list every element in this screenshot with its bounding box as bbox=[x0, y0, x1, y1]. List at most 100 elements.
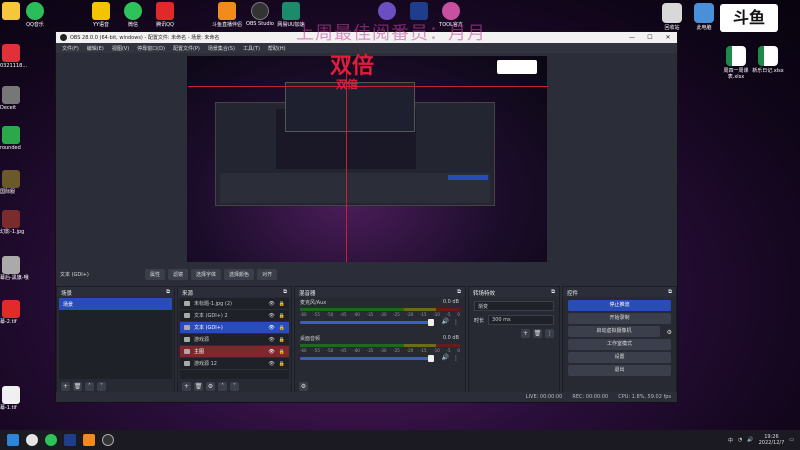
visibility-eye-icon[interactable]: 👁 bbox=[268, 301, 274, 307]
source-item[interactable]: 游戏源 12 👁 🔒 bbox=[180, 358, 289, 370]
desktop-icon-excel-2[interactable]: 新乐日记.xlsx bbox=[748, 46, 788, 74]
desktop-icon-wechat[interactable]: 微信 bbox=[118, 2, 148, 28]
desktop-icon-game3[interactable]: 幕后-黑旗-哦 bbox=[0, 256, 55, 281]
lock-icon[interactable]: 🔒 bbox=[279, 301, 285, 307]
select-font-button[interactable]: 选择字体 bbox=[191, 268, 222, 280]
menu-tools[interactable]: 工具(T) bbox=[243, 45, 260, 52]
menu-scene-collection[interactable]: 场景集合(S) bbox=[208, 45, 235, 52]
desktop-icon-image1[interactable]: 幻影-1.jpg bbox=[0, 210, 55, 235]
move-down-icon[interactable]: ˅ bbox=[97, 381, 106, 391]
exit-button[interactable]: 退出 bbox=[568, 365, 671, 376]
network-icon[interactable]: ◔ bbox=[738, 437, 742, 443]
desktop-icon-deceit[interactable]: Deceit bbox=[0, 86, 55, 111]
photoshop-icon[interactable] bbox=[64, 434, 76, 446]
visibility-eye-icon[interactable]: 👁 bbox=[268, 349, 274, 355]
undock-icon[interactable]: ⧉ bbox=[166, 289, 170, 295]
maximize-icon[interactable]: ☐ bbox=[641, 34, 659, 41]
speaker-icon[interactable]: 🔊 bbox=[442, 318, 449, 325]
menu-view[interactable]: 视图(V) bbox=[112, 45, 129, 52]
desktop-icon-image3[interactable]: 幕-1.tif bbox=[0, 386, 55, 411]
lock-icon[interactable]: 🔒 bbox=[279, 349, 285, 355]
transition-menu-icon[interactable]: ⋮ bbox=[545, 329, 554, 338]
mixer-track-mic: 麦克风/Aux 0.0 dB -60 -55 -50 -45 -40 -35 -30 -25-… bbox=[300, 299, 460, 326]
stop-streaming-button[interactable]: 停止推流 bbox=[568, 300, 671, 311]
undock-icon[interactable]: ⧉ bbox=[668, 289, 672, 295]
settings-button[interactable]: 设置 bbox=[568, 352, 671, 363]
undock-icon[interactable]: ⧉ bbox=[551, 289, 555, 295]
desktop-icon-qq[interactable]: 腾讯QQ bbox=[150, 2, 180, 28]
volume-meter bbox=[300, 344, 460, 347]
add-scene-icon[interactable]: + bbox=[61, 381, 70, 391]
taskbar-app-icon[interactable] bbox=[45, 434, 57, 446]
volume-slider[interactable] bbox=[300, 355, 435, 362]
ime-indicator[interactable]: 中 bbox=[728, 437, 733, 444]
move-up-icon[interactable]: ˄ bbox=[218, 381, 227, 391]
menu-profile[interactable]: 配置文件(P) bbox=[173, 45, 200, 52]
lock-icon[interactable]: 🔒 bbox=[279, 313, 285, 319]
desktop-icon-intl[interactable]: 国际服 bbox=[0, 170, 55, 195]
more-options-icon[interactable]: ⋮ bbox=[453, 319, 459, 326]
transition-select[interactable]: 渐变 bbox=[474, 301, 554, 311]
start-recording-button[interactable]: 开始录制 bbox=[568, 313, 671, 324]
speaker-icon[interactable]: 🔊 bbox=[442, 354, 449, 361]
menu-edit[interactable]: 编辑(E) bbox=[87, 45, 104, 52]
desktop-icon-image2[interactable]: 幕-2.tif bbox=[0, 300, 55, 325]
game2-icon bbox=[2, 170, 20, 188]
visibility-eye-icon[interactable]: 👁 bbox=[268, 313, 274, 319]
minimize-icon[interactable]: — bbox=[623, 34, 641, 41]
select-color-button[interactable]: 选择颜色 bbox=[224, 268, 255, 280]
desktop-icon-obs[interactable]: OBS Studio bbox=[245, 2, 275, 27]
desktop-icon-rounded[interactable]: rounded bbox=[0, 126, 55, 151]
cpu-status: CPU: 1.8%, 59.02 fps bbox=[618, 394, 671, 400]
volume-icon[interactable]: 🔊 bbox=[747, 437, 753, 443]
close-icon[interactable]: ✕ bbox=[659, 34, 677, 41]
visibility-eye-icon[interactable]: 👁 bbox=[268, 337, 274, 343]
more-options-icon[interactable]: ⋮ bbox=[453, 355, 459, 362]
move-down-icon[interactable]: ˅ bbox=[230, 381, 239, 391]
desktop-icon-yy[interactable]: YY语音 bbox=[86, 2, 116, 28]
start-icon[interactable] bbox=[7, 434, 19, 446]
source-item[interactable]: 未标题-1.jpg (2) 👁 🔒 bbox=[180, 298, 289, 310]
menu-file[interactable]: 文件(F) bbox=[62, 45, 79, 52]
douyu-icon[interactable] bbox=[83, 434, 95, 446]
lock-icon[interactable]: 🔒 bbox=[279, 337, 285, 343]
source-settings-icon[interactable]: ⚙ bbox=[206, 381, 215, 391]
virtual-camera-settings-icon[interactable]: ⚙ bbox=[667, 329, 672, 336]
studio-mode-button[interactable]: 工作室模式 bbox=[568, 339, 671, 350]
source-item[interactable]: 文本 (GDI+) 2 👁 🔒 bbox=[180, 310, 289, 322]
scene-item[interactable]: 场景 bbox=[59, 298, 172, 310]
source-item-colored[interactable]: 主图 👁 🔒 bbox=[180, 346, 289, 358]
filters-button[interactable]: 滤镜 bbox=[168, 268, 189, 280]
search-icon[interactable] bbox=[26, 434, 38, 446]
start-virtual-camera-button[interactable]: 启动虚拟摄像机 bbox=[568, 326, 660, 337]
advanced-audio-icon[interactable]: ⚙ bbox=[299, 381, 308, 391]
desktop-icon-netease[interactable]: 0321118... bbox=[0, 44, 55, 69]
menu-docks[interactable]: 停靠窗口(D) bbox=[137, 45, 165, 52]
guide-line-horizontal bbox=[188, 86, 548, 87]
clock[interactable]: 19:26 2022/12/7 bbox=[759, 434, 785, 446]
desktop-icon-qq-music[interactable]: QQ音乐 bbox=[20, 2, 50, 28]
source-item-selected[interactable]: 文本 (GDI+) 👁 🔒 bbox=[180, 322, 289, 334]
duration-input[interactable]: 300 ms bbox=[488, 315, 554, 325]
notification-icon[interactable]: ▭ bbox=[789, 437, 794, 443]
move-up-icon[interactable]: ˄ bbox=[85, 381, 94, 391]
align-button[interactable]: 对齐 bbox=[257, 268, 278, 280]
remove-source-icon[interactable]: 🗑 bbox=[194, 381, 203, 391]
remove-scene-icon[interactable]: 🗑 bbox=[73, 381, 82, 391]
menu-help[interactable]: 帮助(H) bbox=[268, 45, 286, 52]
remove-transition-icon[interactable]: 🗑 bbox=[533, 329, 542, 338]
add-transition-icon[interactable]: + bbox=[521, 329, 530, 338]
undock-icon[interactable]: ⧉ bbox=[283, 289, 287, 295]
desktop-icon-douyu[interactable]: 斗鱼直播伴侣 bbox=[212, 2, 242, 28]
properties-button[interactable]: 属性 bbox=[145, 268, 166, 280]
lock-icon[interactable]: 🔒 bbox=[279, 361, 285, 367]
visibility-eye-icon[interactable]: 👁 bbox=[268, 361, 274, 367]
source-item[interactable]: 游戏源 👁 🔒 bbox=[180, 334, 289, 346]
obs-icon[interactable] bbox=[102, 434, 114, 446]
undock-icon[interactable]: ⧉ bbox=[457, 289, 461, 295]
desktop-icon-computer[interactable]: 此电脑 bbox=[684, 3, 724, 31]
add-source-icon[interactable]: + bbox=[182, 381, 191, 391]
volume-slider[interactable] bbox=[300, 319, 435, 326]
visibility-eye-icon[interactable]: 👁 bbox=[268, 325, 274, 331]
lock-icon[interactable]: 🔒 bbox=[279, 325, 285, 331]
